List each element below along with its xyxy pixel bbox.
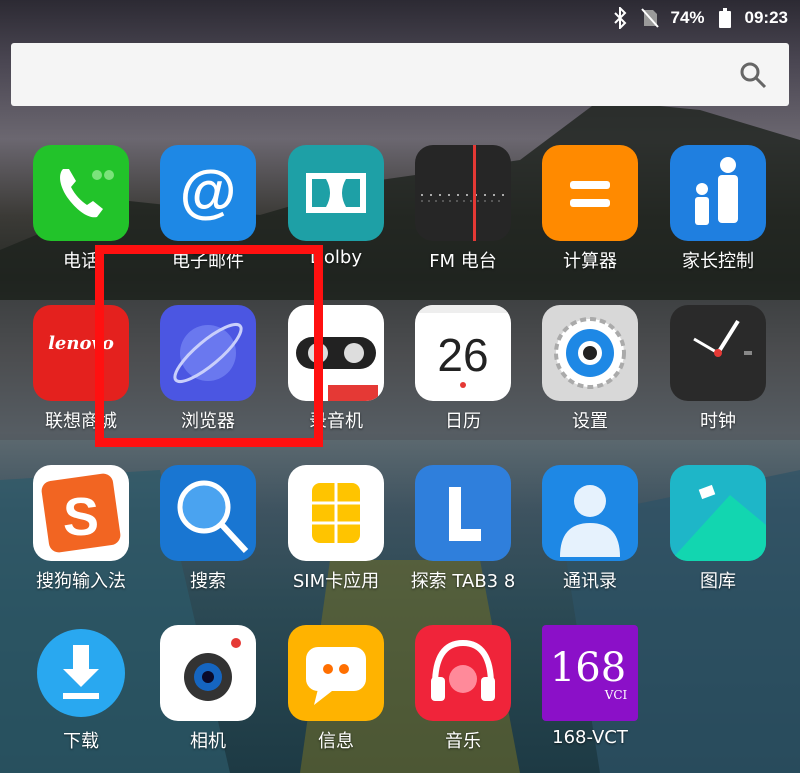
gallery-icon [670,465,766,561]
app-label: 设置 [572,411,608,432]
search-app-icon [160,465,256,561]
phone-icon [33,145,129,241]
clock-icon [670,305,766,401]
app-search[interactable]: 搜索 [144,465,272,593]
sim-card-icon [288,465,384,561]
app-label: 家长控制 [682,251,754,272]
app-clock[interactable]: 时钟 [654,305,782,433]
app-label: 信息 [318,731,354,752]
svg-text:@: @ [180,159,237,224]
calculator-icon [542,145,638,241]
app-calendar[interactable]: 26 日历 [399,305,527,433]
download-icon [33,625,129,721]
camera-icon [160,625,256,721]
app-168-vct[interactable]: 168 VCI 168-VCT [526,625,654,748]
contacts-icon [542,465,638,561]
app-download[interactable]: 下载 [17,625,145,753]
app-explore-tab3[interactable]: 探索 TAB3 8 [399,465,527,593]
parental-control-icon [670,145,766,241]
app-calculator[interactable]: 计算器 [526,145,654,273]
search-bar[interactable] [11,43,789,106]
email-icon: @ [160,145,256,241]
music-icon [415,625,511,721]
app-contacts[interactable]: 通讯录 [526,465,654,593]
app-camera[interactable]: 相机 [144,625,272,753]
messages-icon [288,625,384,721]
app-sim-card[interactable]: SIM卡应用 [272,465,400,593]
app-label: FM 电台 [429,251,497,272]
settings-icon [542,305,638,401]
no-sim-icon [640,8,660,28]
calendar-day: 26 [437,329,488,381]
app-label: SIM卡应用 [292,571,380,592]
clock-time: 09:23 [744,8,788,27]
app-settings[interactable]: 设置 [526,305,654,433]
app-label: 日历 [445,411,481,432]
app-label: 相机 [190,731,226,752]
app-fm-radio[interactable]: FM 电台 [399,145,527,273]
app-parental-control[interactable]: 家长控制 [654,145,782,273]
calendar-icon: 26 [415,305,511,401]
sogou-input-icon: S [33,465,129,561]
app-label: 搜索 [190,571,226,592]
app-label: 计算器 [563,251,617,272]
dolby-icon [288,145,384,241]
app-gallery[interactable]: 图库 [654,465,782,593]
app-sogou-input[interactable]: S 搜狗输入法 [17,465,145,593]
status-bar: 74% 09:23 [0,0,800,36]
vct-logo-number: 168 [550,645,626,691]
app-label: 通讯录 [563,571,617,592]
app-music[interactable]: 音乐 [399,625,527,753]
vct-icon: 168 VCI [542,625,638,721]
battery-icon [715,8,735,28]
app-label: 图库 [700,571,736,592]
explore-tab3-icon [415,465,511,561]
bluetooth-icon [610,7,630,29]
app-label: 时钟 [700,411,736,432]
search-input[interactable] [23,53,727,97]
app-label: 音乐 [445,731,481,752]
highlight-box [95,245,323,447]
app-label: 探索 TAB3 8 [410,571,516,592]
vct-logo-sub: VCI [604,688,628,702]
svg-text:S: S [63,487,99,547]
app-label: 下载 [63,731,99,752]
app-label: 168-VCT [552,727,628,748]
fm-radio-icon [415,145,511,241]
search-icon[interactable] [739,61,767,89]
app-messages[interactable]: 信息 [272,625,400,753]
app-label: 搜狗输入法 [36,571,126,592]
battery-percent: 74% [670,8,705,27]
